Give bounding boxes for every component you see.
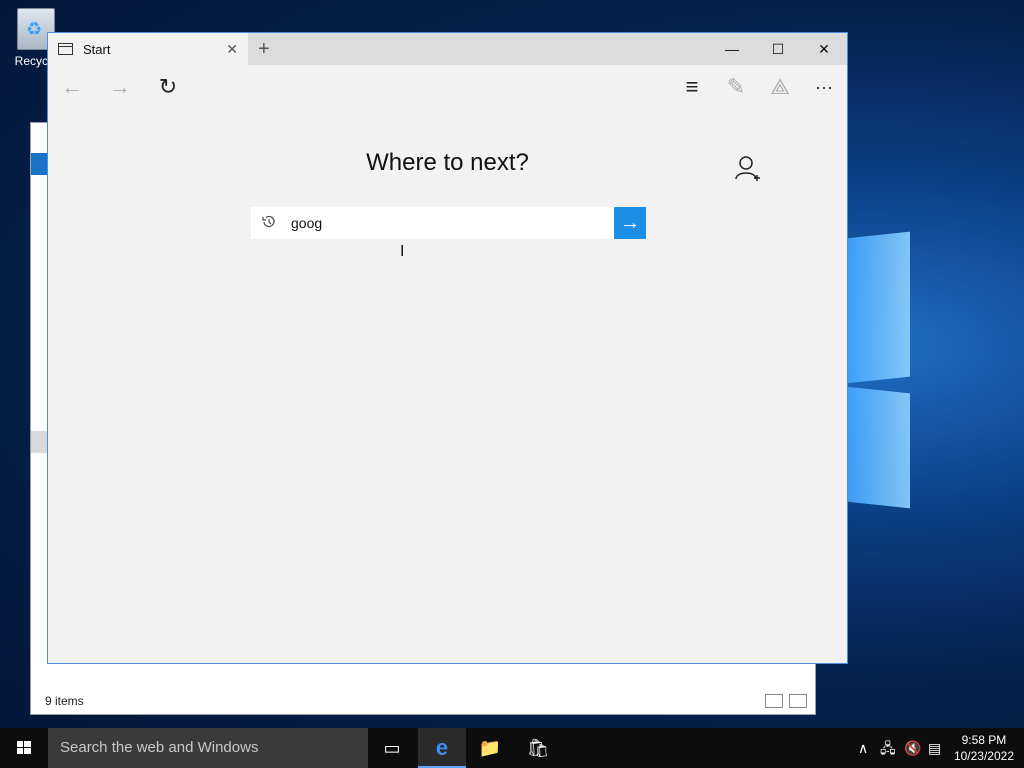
more-actions-button[interactable]: ···: [804, 65, 844, 109]
history-icon: [262, 215, 275, 228]
minimize-button[interactable]: —: [709, 33, 755, 65]
forward-button[interactable]: →: [100, 65, 140, 109]
refresh-button[interactable]: ↻: [148, 65, 188, 109]
maximize-button[interactable]: ☐: [755, 33, 801, 65]
add-person-icon[interactable]: [734, 153, 764, 183]
search-input[interactable]: [291, 207, 591, 239]
close-window-button[interactable]: ✕: [801, 33, 847, 65]
start-button[interactable]: [0, 728, 48, 768]
hub-button[interactable]: ≡: [672, 65, 712, 109]
browser-toolbar: ← → ↻ ≡ ✎ ⟁ ···: [48, 65, 847, 109]
taskbar: Search the web and Windows ▭ e 📁 🛍 ∧ 🖧 🔇…: [0, 728, 1024, 768]
page-icon: [58, 43, 73, 55]
search-box[interactable]: →: [251, 207, 646, 239]
clock-date: 10/23/2022: [953, 749, 1014, 763]
explorer-status-text: 9 items: [45, 694, 84, 708]
explorer-view-toggles: [765, 694, 807, 708]
new-tab-button[interactable]: +: [258, 38, 270, 61]
network-icon[interactable]: 🖧: [880, 728, 896, 768]
action-center-icon[interactable]: ▤: [928, 728, 941, 768]
text-cursor-icon: I: [400, 243, 405, 260]
clock-time: 9:58 PM: [961, 733, 1007, 747]
large-icons-view-icon[interactable]: [789, 694, 807, 708]
title-bar: Start ✕ + — ☐ ✕: [48, 33, 847, 65]
edge-browser-window[interactable]: Start ✕ + — ☐ ✕ ← → ↻ ≡ ✎ ⟁ ··· Where to…: [47, 32, 848, 664]
tray-chevron-icon[interactable]: ∧: [858, 728, 868, 768]
clock[interactable]: 9:58 PM 10/23/2022: [954, 732, 1014, 764]
volume-muted-icon[interactable]: 🔇: [904, 728, 921, 768]
web-note-button[interactable]: ✎: [716, 65, 756, 109]
page-headline: Where to next?: [366, 149, 529, 176]
tab-close-icon[interactable]: ✕: [226, 41, 238, 58]
tab-title: Start: [83, 41, 111, 57]
tab-start[interactable]: Start ✕: [48, 33, 248, 65]
go-button[interactable]: →: [614, 207, 646, 239]
file-explorer-taskbar-button[interactable]: 📁: [466, 728, 514, 768]
details-view-icon[interactable]: [765, 694, 783, 708]
taskbar-search-box[interactable]: Search the web and Windows: [48, 728, 368, 768]
windows-logo-wallpaper: [846, 231, 916, 510]
back-button[interactable]: ←: [52, 65, 92, 109]
edge-taskbar-button[interactable]: e: [418, 728, 466, 768]
task-view-button[interactable]: ▭: [368, 728, 416, 768]
share-button[interactable]: ⟁: [760, 65, 800, 109]
start-page: Where to next? → I: [48, 109, 847, 663]
store-taskbar-button[interactable]: 🛍: [514, 728, 562, 768]
